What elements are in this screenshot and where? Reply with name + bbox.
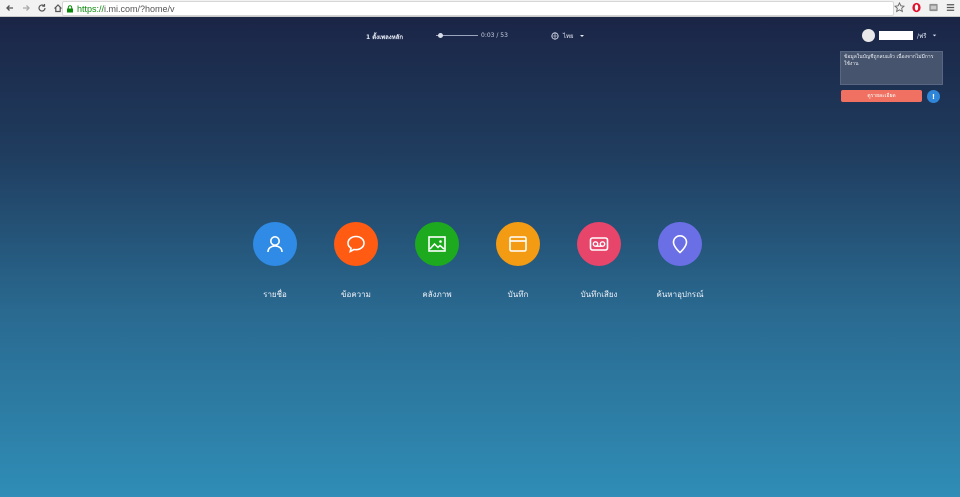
language-select[interactable]: ไทย <box>551 31 586 41</box>
feature-messages[interactable]: ข้อความ <box>316 222 396 301</box>
url-path: i.mi.com/?home/v <box>104 3 175 14</box>
note-icon <box>509 236 527 252</box>
feature-recorder[interactable]: บันทึกเสียง <box>559 222 639 301</box>
feature-gallery[interactable]: คลังภาพ <box>397 222 477 301</box>
lock-icon <box>67 4 73 12</box>
find-device-icon <box>672 235 688 254</box>
chevron-down-icon <box>932 34 936 37</box>
player-bar: 1 ตั้งเพลงหลัก 0:03 / 53 ไทย /ฟรี <box>0 17 960 57</box>
language-label: ไทย <box>563 33 574 40</box>
avatar[interactable] <box>862 29 875 42</box>
user-menu[interactable]: /ฟรี <box>862 29 938 42</box>
recorder-icon <box>589 237 609 251</box>
message-icon <box>347 235 365 254</box>
star-icon[interactable] <box>894 2 905 13</box>
extension-icon[interactable] <box>928 2 939 13</box>
recorder-circle[interactable] <box>577 222 621 266</box>
time-readout: 0:03 / 53 <box>481 32 508 39</box>
notice-panel: ข้อมูลในบัญชีถูกลบแล้ว เนื่องจากไม่มีการ… <box>840 51 943 85</box>
account-type: /ฟรี <box>917 32 927 40</box>
back-icon <box>6 5 13 11</box>
find-device-circle[interactable] <box>658 222 702 266</box>
feature-label: ค้นหาอุปกรณ์ <box>656 290 704 299</box>
forward-button[interactable] <box>20 2 32 14</box>
reload-icon <box>38 4 46 12</box>
gallery-circle[interactable] <box>415 222 459 266</box>
username-box <box>879 31 913 40</box>
messages-circle[interactable] <box>334 222 378 266</box>
notice-details-button[interactable]: ดูรายละเอียด <box>841 90 922 102</box>
chevron-down-icon <box>579 35 584 37</box>
gallery-icon <box>428 236 446 252</box>
url-scheme: https:// <box>77 3 105 14</box>
feature-notes[interactable]: บันทึก <box>478 222 558 301</box>
menu-icon[interactable] <box>945 2 956 13</box>
feature-find-device[interactable]: ค้นหาอุปกรณ์ <box>640 222 720 301</box>
feature-label: คลังภาพ <box>422 290 452 299</box>
progress-slider[interactable] <box>436 33 478 38</box>
contact-icon <box>267 236 283 253</box>
notes-circle[interactable] <box>496 222 540 266</box>
feature-label: รายชื่อ <box>263 290 287 299</box>
info-button[interactable]: ! <box>927 90 940 103</box>
feature-label: บันทึก <box>507 290 529 299</box>
contacts-circle[interactable] <box>253 222 297 266</box>
feature-label: ข้อความ <box>341 290 371 299</box>
notice-text: ข้อมูลในบัญชีถูกลบแล้ว เนื่องจากไม่มีการ… <box>844 54 934 67</box>
browser-toolbar: https:// i.mi.com/?home/v <box>0 0 960 17</box>
reload-button[interactable] <box>36 2 48 14</box>
address-bar[interactable]: https:// i.mi.com/?home/v <box>62 1 894 16</box>
globe-icon <box>551 32 559 40</box>
progress-knob[interactable] <box>438 33 443 38</box>
opera-icon[interactable] <box>911 2 922 13</box>
feature-contacts[interactable]: รายชื่อ <box>235 222 315 301</box>
feature-label: บันทึกเสียง <box>580 290 618 299</box>
forward-icon <box>23 5 30 11</box>
app-stage: 1 ตั้งเพลงหลัก 0:03 / 53 ไทย /ฟรี ข้อมูล… <box>0 17 960 497</box>
back-button[interactable] <box>4 2 16 14</box>
song-title: 1 ตั้งเพลงหลัก <box>366 34 403 41</box>
